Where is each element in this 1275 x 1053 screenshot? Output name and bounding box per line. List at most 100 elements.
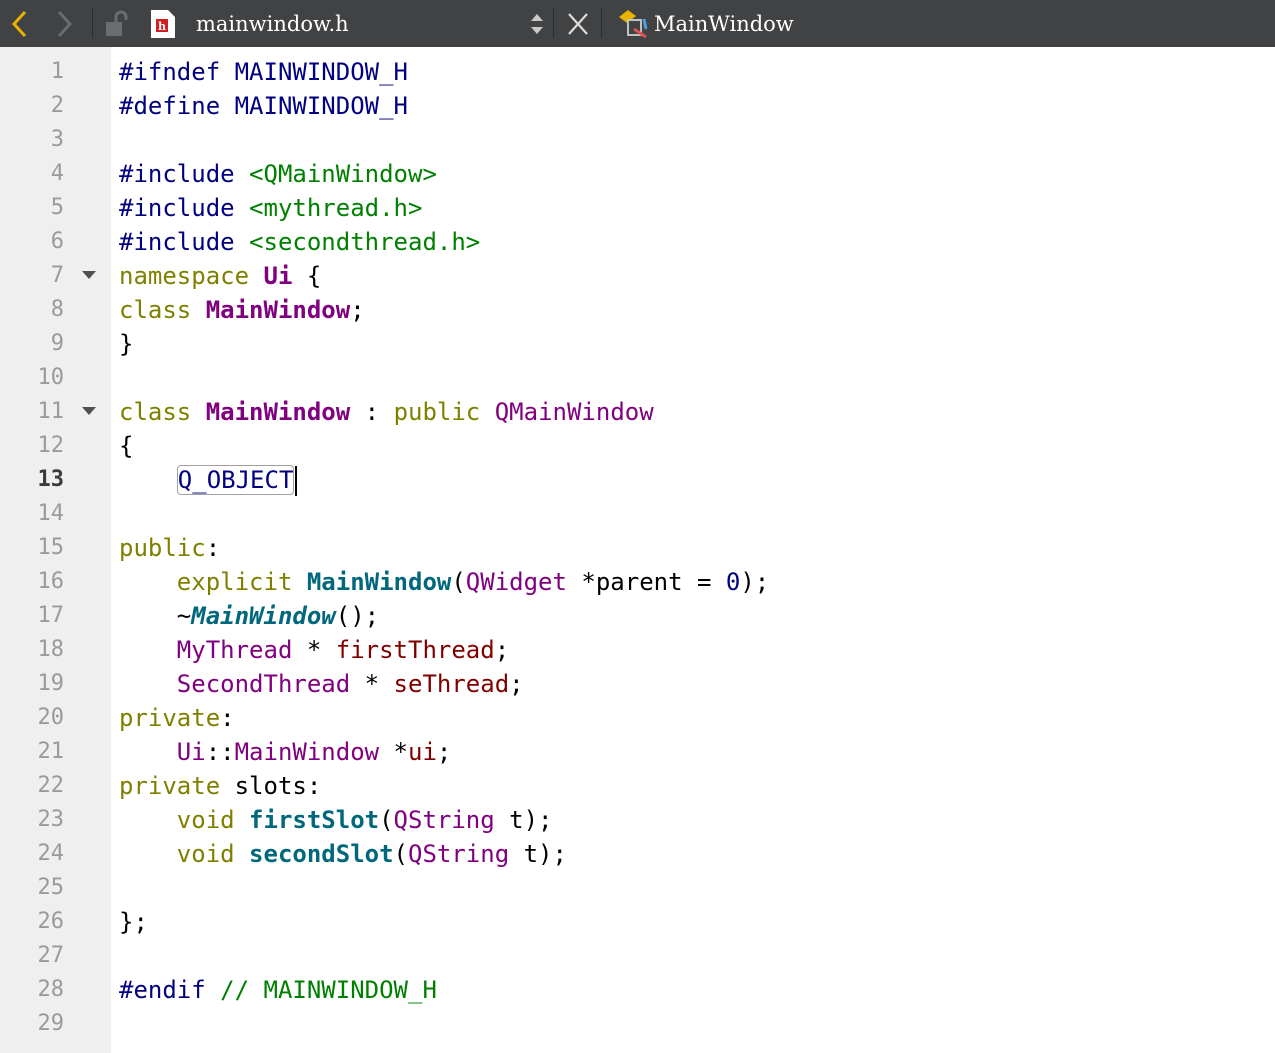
code-line[interactable]: 1 #ifndef MAINWINDOW_H [0, 55, 1275, 89]
code-text[interactable]: #define MAINWINDOW_H [119, 89, 408, 123]
code-line[interactable]: 24 void secondSlot(QString t); [0, 837, 1275, 871]
code-token: { [292, 262, 322, 290]
code-line[interactable]: 25 [0, 871, 1275, 905]
code-token: * [292, 636, 336, 664]
code-text[interactable]: void firstSlot(QString t); [119, 803, 553, 837]
line-number: 1 [50, 59, 64, 84]
symbol-name[interactable]: MainWindow [654, 0, 794, 47]
code-text[interactable]: public: [119, 531, 220, 565]
code-token: QString [393, 806, 495, 834]
code-line[interactable]: 21 Ui::MainWindow *ui; [0, 735, 1275, 769]
code-line[interactable]: 14 [0, 497, 1275, 531]
code-text[interactable]: private slots: [119, 769, 321, 803]
code-text[interactable]: Ui::MainWindow *ui; [119, 735, 452, 769]
code-line[interactable]: 29 [0, 1007, 1275, 1041]
code-line[interactable]: 18 MyThread * firstThread; [0, 633, 1275, 667]
code-line[interactable]: 27 [0, 939, 1275, 973]
line-number: 13 [37, 467, 65, 492]
code-token: #include [119, 194, 250, 222]
code-line[interactable]: 17 ~MainWindow(); [0, 599, 1275, 633]
code-line[interactable]: 2 #define MAINWINDOW_H [0, 89, 1275, 123]
code-text[interactable]: #include <mythread.h> [119, 191, 422, 225]
code-line[interactable]: 6 #include <secondthread.h> [0, 225, 1275, 259]
code-line[interactable]: 20 private: [0, 701, 1275, 735]
line-number: 18 [37, 637, 65, 662]
file-name[interactable]: mainwindow.h [196, 0, 349, 47]
code-token: firstThread [335, 636, 495, 664]
code-token: public [393, 398, 481, 426]
code-line[interactable]: 26}; [0, 905, 1275, 939]
code-token: ( [393, 840, 408, 868]
code-token: (); [335, 602, 380, 630]
code-token: ; [509, 670, 524, 698]
code-token: ui [408, 738, 437, 766]
code-token: void [176, 806, 235, 834]
code-text[interactable]: #include <QMainWindow> [119, 157, 437, 191]
code-line[interactable]: 15 public: [0, 531, 1275, 565]
fold-arrow-icon[interactable] [82, 271, 96, 279]
code-token: #ifndef MAINWINDOW_H [119, 58, 408, 86]
code-text[interactable]: class MainWindow; [119, 293, 365, 327]
code-line[interactable]: 12 { [0, 429, 1275, 463]
code-text[interactable]: explicit MainWindow(QWidget *parent = 0)… [119, 565, 769, 599]
code-line[interactable]: 9} [0, 327, 1275, 361]
code-text[interactable]: } [119, 327, 133, 361]
lock-icon[interactable] [104, 0, 130, 47]
code-line[interactable]: 13 Q_OBJECT [0, 463, 1275, 497]
code-text[interactable]: private: [119, 701, 235, 735]
code-line[interactable]: 23 void firstSlot(QString t); [0, 803, 1275, 837]
code-token: : [205, 534, 221, 562]
code-line[interactable]: 5 #include <mythread.h> [0, 191, 1275, 225]
code-text[interactable]: #ifndef MAINWINDOW_H [119, 55, 408, 89]
fold-arrow-icon[interactable] [82, 407, 96, 415]
code-line[interactable]: 8 class MainWindow; [0, 293, 1275, 327]
code-line[interactable]: 19 SecondThread * seThread; [0, 667, 1275, 701]
code-text[interactable]: { [119, 429, 133, 463]
code-token: :: [205, 738, 235, 766]
forward-arrow-icon[interactable] [52, 0, 76, 47]
code-text[interactable]: class MainWindow : public QMainWindow [119, 395, 654, 429]
line-number: 8 [50, 297, 64, 322]
code-token: namespace [119, 262, 250, 290]
code-text[interactable]: void secondSlot(QString t); [119, 837, 567, 871]
code-text[interactable]: #endif // MAINWINDOW_H [119, 973, 437, 1007]
code-text[interactable]: Q_OBJECT [119, 463, 298, 497]
code-line[interactable]: 4 #include <QMainWindow> [0, 157, 1275, 191]
class-symbol-icon [616, 0, 650, 47]
code-line[interactable]: 22 private slots: [0, 769, 1275, 803]
code-line[interactable]: 28 #endif // MAINWINDOW_H [0, 973, 1275, 1007]
code-token: class [119, 398, 192, 426]
code-token: }; [119, 908, 148, 936]
code-line[interactable]: 11 class MainWindow : public QMainWindow [0, 395, 1275, 429]
code-token: secondSlot [249, 840, 394, 868]
close-icon[interactable] [566, 0, 590, 47]
code-token: Q_OBJECT [176, 465, 295, 495]
code-text[interactable]: #include <secondthread.h> [119, 225, 480, 259]
toolbar-divider [92, 9, 93, 38]
editor-toolbar: h mainwindow.h MainWindow [0, 0, 1275, 47]
code-line[interactable]: 3 [0, 123, 1275, 157]
code-text[interactable]: SecondThread * seThread; [119, 667, 524, 701]
code-editor[interactable]: 1 #ifndef MAINWINDOW_H 2 #define MAINWINDOW… [0, 47, 1275, 1053]
code-line[interactable]: 7 namespace Ui { [0, 259, 1275, 293]
back-arrow-icon[interactable] [8, 0, 32, 47]
code-text[interactable]: MyThread * firstThread; [119, 633, 509, 667]
line-number: 9 [50, 331, 64, 356]
code-text[interactable]: ~MainWindow(); [119, 599, 379, 633]
line-number: 14 [37, 501, 65, 526]
updown-arrows-icon[interactable] [528, 0, 546, 47]
code-token: slots: [220, 772, 322, 800]
code-token: SecondThread [176, 670, 351, 698]
code-line[interactable]: 16 explicit MainWindow(QWidget *parent =… [0, 565, 1275, 599]
code-text[interactable]: }; [119, 905, 148, 939]
code-token: class [119, 296, 192, 324]
code-line[interactable]: 10 [0, 361, 1275, 395]
code-token: 0 [725, 568, 741, 596]
code-token: seThread [393, 670, 510, 698]
code-text[interactable]: namespace Ui { [119, 259, 321, 293]
code-token: ; [350, 296, 365, 324]
